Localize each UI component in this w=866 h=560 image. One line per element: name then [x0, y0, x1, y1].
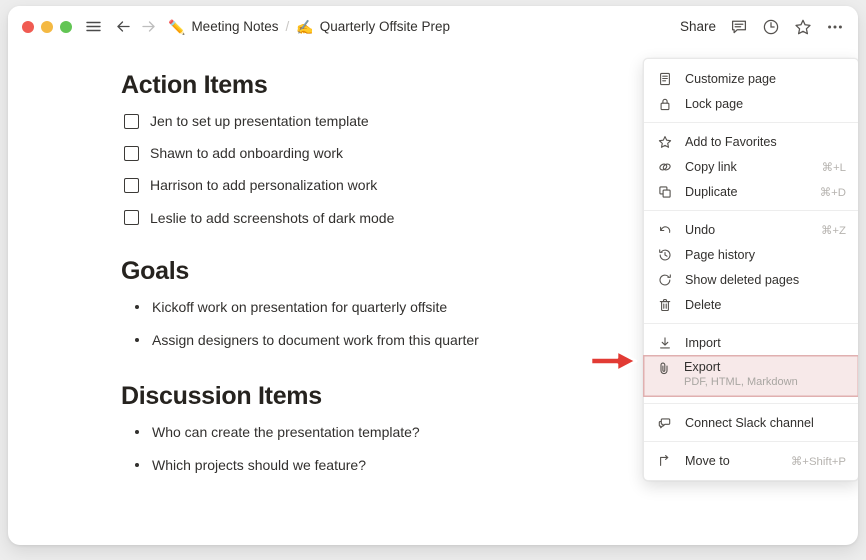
star-icon — [658, 135, 675, 149]
menu-item-label: Page history — [685, 247, 756, 262]
menu-item-label: Show deleted pages — [685, 272, 800, 287]
paperclip-icon — [657, 361, 674, 375]
menu-item-page-history[interactable]: Page history — [644, 242, 858, 267]
menu-item-label: Delete — [685, 297, 722, 312]
bullet-icon — [135, 463, 139, 468]
menu-item-customize-page[interactable]: Customize page — [644, 66, 858, 91]
menu-item-shortcut: ⌘+Shift+P — [790, 455, 846, 468]
duplicate-icon — [658, 185, 675, 199]
clock-icon[interactable] — [762, 18, 780, 36]
menu-separator — [644, 122, 858, 123]
titlebar: ✏️ Meeting Notes / ✍️ Quarterly Offsite … — [8, 6, 858, 47]
page-options-menu: Customize page Lock page Add to Favorite… — [643, 58, 858, 481]
menu-separator — [644, 403, 858, 404]
menu-item-sublabel: PDF, HTML, Markdown — [684, 376, 798, 388]
bullet-icon — [135, 337, 139, 342]
lock-icon — [658, 97, 675, 111]
menu-item-label: Connect Slack channel — [685, 415, 814, 430]
checkbox[interactable] — [124, 145, 139, 161]
menu-item-add-to-favorites[interactable]: Add to Favorites — [644, 129, 858, 154]
menu-item-label: Undo — [685, 222, 716, 237]
more-options-icon[interactable] — [826, 18, 844, 36]
window-controls — [22, 20, 72, 33]
breadcrumb-label: Quarterly Offsite Prep — [319, 19, 450, 34]
checkbox[interactable] — [124, 113, 139, 129]
menu-item-undo[interactable]: Undo ⌘+Z — [644, 217, 858, 242]
menu-item-lock-page[interactable]: Lock page — [644, 91, 858, 116]
list-item-label: Assign designers to document work from t… — [152, 331, 479, 348]
minimize-window-button[interactable] — [41, 20, 53, 33]
breadcrumb-item-quarterly-offsite-prep[interactable]: ✍️ Quarterly Offsite Prep — [296, 19, 450, 34]
list-item-label: Kickoff work on presentation for quarter… — [152, 298, 448, 315]
history-icon — [658, 248, 675, 262]
menu-item-label: Move to — [685, 453, 730, 468]
restore-icon — [658, 273, 675, 287]
breadcrumb-item-meeting-notes[interactable]: ✏️ Meeting Notes — [168, 19, 278, 34]
app-window: ✏️ Meeting Notes / ✍️ Quarterly Offsite … — [8, 6, 858, 545]
menu-item-label: Customize page — [685, 71, 777, 86]
breadcrumb-separator: / — [285, 19, 290, 34]
right-arrow-annotation — [589, 348, 639, 374]
link-icon — [658, 160, 675, 174]
star-icon[interactable] — [794, 18, 812, 36]
menu-item-shortcut: ⌘+L — [821, 161, 846, 174]
share-button[interactable]: Share — [680, 19, 716, 34]
checkbox[interactable] — [124, 210, 139, 226]
hamburger-icon[interactable] — [85, 18, 102, 35]
checkbox[interactable] — [124, 177, 139, 193]
import-icon — [658, 336, 675, 350]
slack-icon — [658, 416, 675, 430]
bullet-icon — [135, 430, 139, 435]
comment-icon[interactable] — [730, 18, 748, 36]
menu-item-label: Add to Favorites — [685, 134, 777, 149]
menu-separator — [644, 323, 858, 324]
menu-item-delete[interactable]: Delete — [644, 292, 858, 317]
menu-item-move-to[interactable]: Move to ⌘+Shift+P — [644, 448, 858, 473]
todo-label: Shawn to add onboarding work — [150, 145, 344, 162]
close-window-button[interactable] — [22, 20, 34, 33]
arrow-right-icon[interactable] — [140, 18, 157, 35]
menu-item-show-deleted-pages[interactable]: Show deleted pages — [644, 267, 858, 292]
menu-item-label: Copy link — [685, 159, 737, 174]
writing-hand-icon: ✍️ — [296, 18, 314, 35]
menu-item-connect-slack-channel[interactable]: Connect Slack channel — [644, 410, 858, 435]
bullet-icon — [135, 304, 139, 309]
todo-label: Jen to set up presentation template — [150, 113, 369, 129]
todo-label: Harrison to add personalization work — [150, 177, 378, 194]
menu-item-label: Lock page — [685, 96, 744, 111]
menu-item-label: Duplicate — [685, 184, 738, 199]
list-item-label: Who can create the presentation template… — [152, 424, 420, 441]
menu-item-label: Import — [685, 335, 721, 350]
move-to-icon — [658, 454, 675, 468]
todo-label: Leslie to add screenshots of dark mode — [150, 209, 395, 226]
menu-separator — [644, 210, 858, 211]
page-icon — [658, 72, 675, 86]
menu-item-duplicate[interactable]: Duplicate ⌘+D — [644, 179, 858, 204]
menu-item-shortcut: ⌘+D — [819, 186, 846, 199]
menu-item-import[interactable]: Import — [644, 330, 858, 355]
list-item-label: Which projects should we feature? — [152, 457, 366, 474]
menu-item-copy-link[interactable]: Copy link ⌘+L — [644, 154, 858, 179]
arrow-left-icon[interactable] — [115, 18, 132, 35]
menu-separator — [644, 441, 858, 442]
maximize-window-button[interactable] — [60, 20, 72, 33]
undo-icon — [658, 223, 675, 237]
breadcrumb-label: Meeting Notes — [191, 19, 279, 34]
pencil-icon: ✏️ — [168, 18, 186, 35]
menu-item-export[interactable]: Export PDF, HTML, Markdown — [643, 355, 858, 397]
titlebar-actions: Share — [680, 18, 844, 36]
menu-item-label: Export — [684, 360, 721, 374]
trash-icon — [658, 298, 675, 312]
menu-item-shortcut: ⌘+Z — [820, 224, 846, 237]
